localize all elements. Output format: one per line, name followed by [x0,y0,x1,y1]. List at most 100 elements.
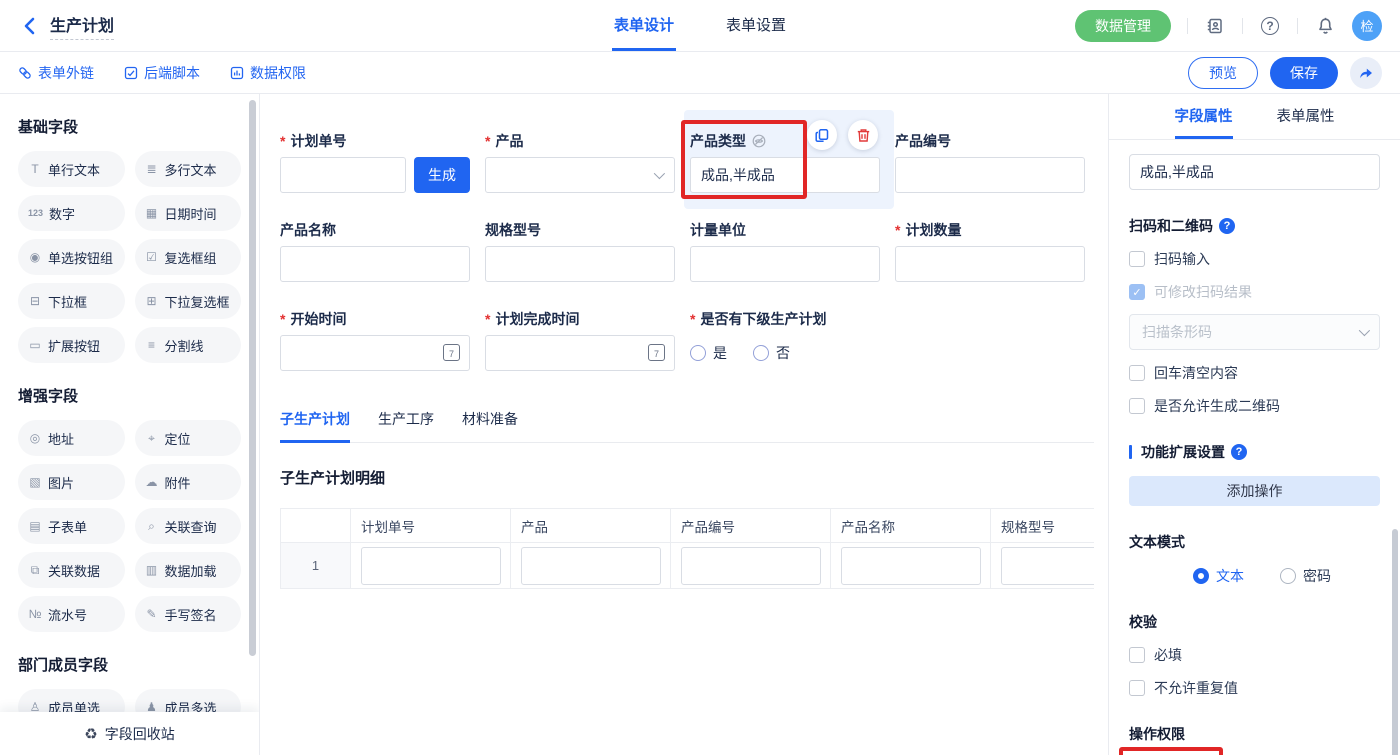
tab-form-design[interactable]: 表单设计 [612,0,676,51]
sidebar-item-dropdown[interactable]: ⊟下拉框 [18,283,125,319]
help-icon[interactable] [1259,15,1281,37]
unit-input[interactable] [690,246,880,282]
field-plan-quantity[interactable]: *计划数量 [895,221,1085,282]
spec-model-input[interactable] [485,246,675,282]
sidebar-item-single-line-text[interactable]: T单行文本 [18,151,125,187]
editable-scan-result-option[interactable]: 可修改扫码结果 [1129,282,1380,302]
field-plan-number[interactable]: *计划单号 生成 [280,132,470,193]
field-unit[interactable]: 计量单位 [690,221,880,282]
barcode-mode-select[interactable]: 扫描条形码 [1129,314,1380,350]
tab-production-process[interactable]: 生产工序 [378,409,434,443]
allow-qrcode-option[interactable]: 是否允许生成二维码 [1129,396,1380,416]
checkbox-unchecked-icon[interactable] [1129,251,1145,267]
generate-button[interactable]: 生成 [414,157,470,193]
field-start-time[interactable]: *开始时间 7 [280,310,470,371]
tab-sub-production-plan[interactable]: 子生产计划 [280,409,350,443]
tab-field-properties[interactable]: 字段属性 [1175,94,1233,139]
sidebar-item-data-load[interactable]: ▥数据加载 [135,552,242,588]
text-mode-text-option[interactable]: 文本 [1193,566,1244,586]
cell-product-code-input[interactable] [681,547,821,585]
top-header: 生产计划 表单设计 表单设置 数据管理 [0,0,1400,52]
enhanced-fields-grid: ◎地址 ⌖定位 ▧图片 ☁附件 ▤子表单 ⌕关联查询 ⧉关联数据 ▥数据加载 №… [18,420,241,632]
back-icon[interactable] [18,15,40,37]
sidebar-item-location[interactable]: ⌖定位 [135,420,242,456]
start-time-input[interactable] [280,335,470,371]
add-operation-button[interactable]: 添加操作 [1129,476,1380,506]
tab-material-preparation[interactable]: 材料准备 [462,409,518,443]
plan-number-input[interactable] [280,157,406,193]
sidebar-item-subform[interactable]: ▤子表单 [18,508,125,544]
field-has-sub-plan[interactable]: *是否有下级生产计划 是 否 [690,310,970,371]
field-product-name[interactable]: 产品名称 [280,221,470,282]
help-icon[interactable] [1231,444,1247,460]
scan-input-option[interactable]: 扫码输入 [1129,249,1380,269]
product-type-input[interactable] [690,157,880,193]
product-code-input[interactable] [895,157,1085,193]
save-button[interactable]: 保存 [1270,57,1338,89]
hidden-field-icon [752,134,766,148]
sidebar-scrollbar[interactable] [249,100,256,656]
tab-form-properties[interactable]: 表单属性 [1277,94,1335,139]
no-duplicate-option[interactable]: 不允许重复值 [1129,678,1380,698]
field-product-code[interactable]: 产品编号 [895,132,1085,193]
radio-no[interactable]: 否 [753,343,790,363]
radio-yes[interactable]: 是 [690,343,727,363]
checkbox-unchecked-icon[interactable] [1129,398,1145,414]
cell-product-name-input[interactable] [841,547,981,585]
data-permission-link[interactable]: 数据权限 [230,63,306,83]
text-mode-password-option[interactable]: 密码 [1280,566,1331,586]
sidebar-item-checkbox-group[interactable]: ☑复选框组 [135,239,242,275]
sidebar-item-datetime[interactable]: ▦日期时间 [135,195,242,231]
notification-bell-icon[interactable] [1314,15,1336,37]
field-recycle-bin[interactable]: ♻ 字段回收站 [0,712,259,755]
field-spec-model[interactable]: 规格型号 [485,221,675,282]
user-avatar[interactable]: 检 [1352,11,1382,41]
sidebar-item-signature[interactable]: ✎手写签名 [135,596,242,632]
enter-clear-option[interactable]: 回车清空内容 [1129,363,1380,383]
delete-field-button[interactable] [848,120,878,150]
form-external-link[interactable]: 表单外链 [18,63,94,83]
field-product[interactable]: *产品 [485,132,675,193]
plan-quantity-input[interactable] [895,246,1085,282]
checkbox-label: 必填 [1154,645,1182,665]
sidebar-item-multi-dropdown[interactable]: ⊞下拉复选框 [135,283,242,319]
sidebar-item-linked-data[interactable]: ⧉关联数据 [18,552,125,588]
form-toolbar: 表单外链 后端脚本 数据权限 预览 保存 [0,52,1400,94]
cell-product-input[interactable] [521,547,661,585]
sidebar-item-linked-query[interactable]: ⌕关联查询 [135,508,242,544]
sidebar-item-extend-button[interactable]: ▭扩展按钮 [18,327,125,363]
sidebar-item-multi-line-text[interactable]: ≣多行文本 [135,151,242,187]
backend-script-link[interactable]: 后端脚本 [124,63,200,83]
field-default-value-input[interactable] [1129,154,1380,190]
sidebar-item-address[interactable]: ◎地址 [18,420,125,456]
share-icon[interactable] [1350,57,1382,89]
contacts-book-icon[interactable] [1204,15,1226,37]
copy-field-button[interactable] [807,120,837,150]
data-manage-button[interactable]: 数据管理 [1075,10,1171,42]
field-product-type-selected[interactable]: 产品类型 [690,132,880,193]
help-icon[interactable] [1219,218,1235,234]
checkbox-unchecked-icon[interactable] [1129,680,1145,696]
preview-button[interactable]: 预览 [1188,57,1258,89]
checkbox-unchecked-icon[interactable] [1129,365,1145,381]
cell-spec-model-input[interactable] [1001,547,1094,585]
field-plan-finish-time[interactable]: *计划完成时间 7 [485,310,675,371]
sidebar-item-divider-line[interactable]: ≡分割线 [135,327,242,363]
data-load-icon: ▥ [145,563,159,577]
checkbox-unchecked-icon[interactable] [1129,647,1145,663]
sidebar-item-number[interactable]: 123数字 [18,195,125,231]
cell-plan-number-input[interactable] [361,547,501,585]
required-option[interactable]: 必填 [1129,645,1380,665]
product-select[interactable] [485,157,675,193]
sidebar-item-image[interactable]: ▧图片 [18,464,125,500]
checkbox-checked-disabled-icon[interactable] [1129,284,1145,300]
backend-script-label: 后端脚本 [144,63,200,83]
finish-time-input[interactable] [485,335,675,371]
sidebar-item-serial-number[interactable]: №流水号 [18,596,125,632]
tab-form-settings[interactable]: 表单设置 [724,0,788,51]
sidebar-item-radio-group[interactable]: ◉单选按钮组 [18,239,125,275]
sidebar-item-attachment[interactable]: ☁附件 [135,464,242,500]
product-name-input[interactable] [280,246,470,282]
panel-scrollbar[interactable] [1392,529,1398,755]
form-title[interactable]: 生产计划 [50,12,114,40]
